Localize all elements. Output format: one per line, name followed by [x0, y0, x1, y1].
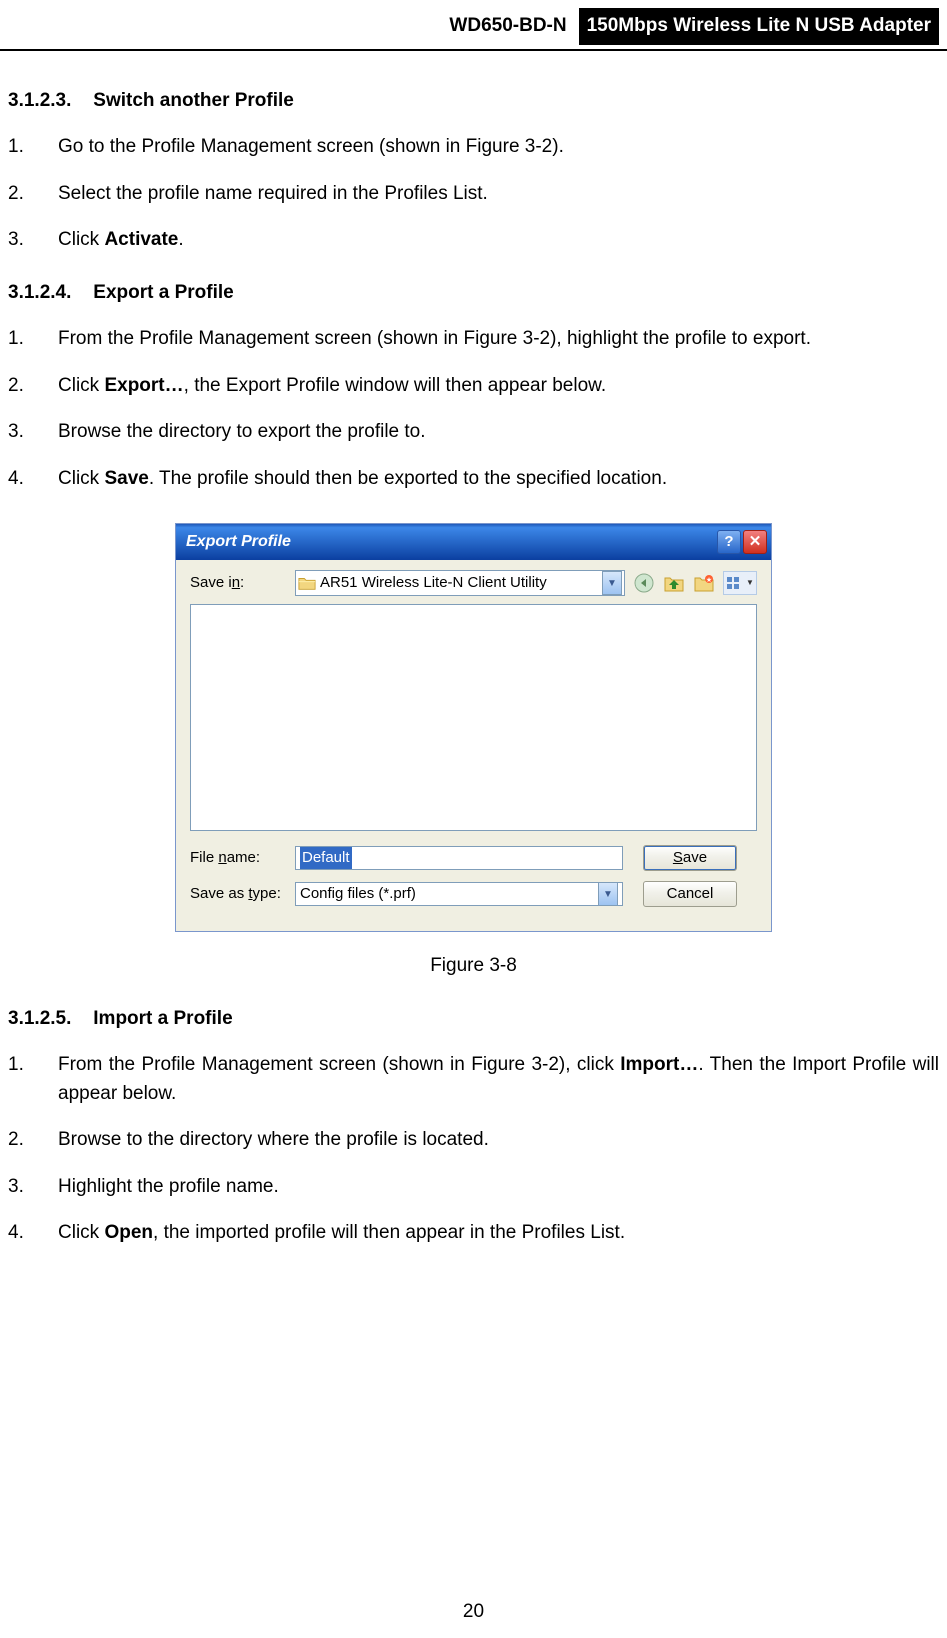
svg-text:★: ★	[706, 576, 712, 584]
help-button[interactable]: ?	[717, 530, 741, 554]
step: 1. From the Profile Management screen (s…	[8, 1051, 939, 1108]
filename-value: Default	[300, 847, 352, 870]
savein-label: Save in:	[190, 572, 295, 595]
savein-combo[interactable]: AR51 Wireless Lite-N Client Utility ▼	[295, 570, 625, 596]
close-icon: ✕	[749, 531, 762, 554]
chevron-down-icon: ▼	[746, 577, 754, 589]
step-number: 1.	[8, 325, 58, 354]
step-text: From the Profile Management screen (show…	[58, 325, 939, 354]
section-heading-export: 3.1.2.4. Export a Profile	[8, 279, 939, 308]
page-header: WD650-BD-N 150Mbps Wireless Lite N USB A…	[0, 0, 947, 51]
step-text: Go to the Profile Management screen (sho…	[58, 133, 939, 162]
nav-icons: ★ ▼	[633, 571, 757, 595]
figure-caption: Figure 3-8	[8, 952, 939, 981]
filetype-row: Save as type: Config files (*.prf) ▼ Can…	[190, 881, 757, 907]
filename-input[interactable]: Default	[295, 846, 623, 870]
section-number: 3.1.2.4.	[8, 279, 88, 308]
export-profile-dialog-container: Export Profile ? ✕ Save in: AR51 Wireles…	[8, 523, 939, 932]
savein-value: AR51 Wireless Lite-N Client Utility	[320, 572, 547, 595]
savein-row: Save in: AR51 Wireless Lite-N Client Uti…	[190, 570, 757, 596]
step-number: 4.	[8, 465, 58, 494]
step-text: From the Profile Management screen (show…	[58, 1051, 939, 1108]
dropdown-arrow-icon[interactable]: ▼	[598, 882, 618, 906]
step: 2. Click Export…, the Export Profile win…	[8, 372, 939, 401]
file-list[interactable]	[190, 604, 757, 831]
step-number: 2.	[8, 180, 58, 209]
section-title: Import a Profile	[93, 1008, 232, 1029]
step-number: 1.	[8, 1051, 58, 1108]
section-number: 3.1.2.5.	[8, 1005, 88, 1034]
close-button[interactable]: ✕	[743, 530, 767, 554]
dialog-title: Export Profile	[186, 530, 717, 554]
section-title: Switch another Profile	[93, 90, 294, 111]
step-number: 2.	[8, 1126, 58, 1155]
filename-row: File name: Default Save	[190, 845, 757, 871]
step-text: Click Save. The profile should then be e…	[58, 465, 939, 494]
header-title: 150Mbps Wireless Lite N USB Adapter	[579, 8, 939, 45]
step: 4. Click Open, the imported profile will…	[8, 1219, 939, 1248]
step: 1. Go to the Profile Management screen (…	[8, 133, 939, 162]
section-heading-switch: 3.1.2.3. Switch another Profile	[8, 87, 939, 116]
step-text: Click Activate.	[58, 226, 939, 255]
folder-icon	[298, 575, 316, 591]
section-heading-import: 3.1.2.5. Import a Profile	[8, 1005, 939, 1034]
dialog-body: Save in: AR51 Wireless Lite-N Client Uti…	[176, 560, 771, 931]
dropdown-arrow-icon[interactable]: ▼	[602, 571, 622, 595]
step-text: Browse to the directory where the profil…	[58, 1126, 939, 1155]
view-menu-icon[interactable]: ▼	[723, 571, 757, 595]
cancel-button[interactable]: Cancel	[643, 881, 737, 907]
filetype-select[interactable]: Config files (*.prf) ▼	[295, 882, 623, 906]
page-content: 3.1.2.3. Switch another Profile 1. Go to…	[0, 51, 947, 1278]
page-number: 20	[0, 1598, 947, 1627]
step-text: Click Open, the imported profile will th…	[58, 1219, 939, 1248]
step: 2. Select the profile name required in t…	[8, 180, 939, 209]
save-button[interactable]: Save	[643, 845, 737, 871]
step-number: 3.	[8, 418, 58, 447]
step-text: Click Export…, the Export Profile window…	[58, 372, 939, 401]
step-number: 1.	[8, 133, 58, 162]
new-folder-icon[interactable]: ★	[693, 572, 715, 594]
step-text: Select the profile name required in the …	[58, 180, 939, 209]
export-profile-dialog: Export Profile ? ✕ Save in: AR51 Wireles…	[175, 523, 772, 932]
step: 2. Browse to the directory where the pro…	[8, 1126, 939, 1155]
step: 4. Click Save. The profile should then b…	[8, 465, 939, 494]
dialog-titlebar[interactable]: Export Profile ? ✕	[176, 524, 771, 560]
up-folder-icon[interactable]	[663, 572, 685, 594]
header-model: WD650-BD-N	[449, 12, 578, 41]
step-number: 4.	[8, 1219, 58, 1248]
step-text: Highlight the profile name.	[58, 1173, 939, 1202]
step-number: 3.	[8, 1173, 58, 1202]
back-icon[interactable]	[633, 572, 655, 594]
section-number: 3.1.2.3.	[8, 87, 88, 116]
step: 1. From the Profile Management screen (s…	[8, 325, 939, 354]
filename-label: File name:	[190, 847, 295, 870]
step-number: 2.	[8, 372, 58, 401]
step: 3. Click Activate.	[8, 226, 939, 255]
filetype-label: Save as type:	[190, 883, 295, 906]
step-number: 3.	[8, 226, 58, 255]
section-title: Export a Profile	[93, 282, 233, 303]
titlebar-buttons: ? ✕	[717, 530, 767, 554]
step-text: Browse the directory to export the profi…	[58, 418, 939, 447]
step: 3. Highlight the profile name.	[8, 1173, 939, 1202]
step: 3. Browse the directory to export the pr…	[8, 418, 939, 447]
filetype-value: Config files (*.prf)	[300, 883, 598, 906]
